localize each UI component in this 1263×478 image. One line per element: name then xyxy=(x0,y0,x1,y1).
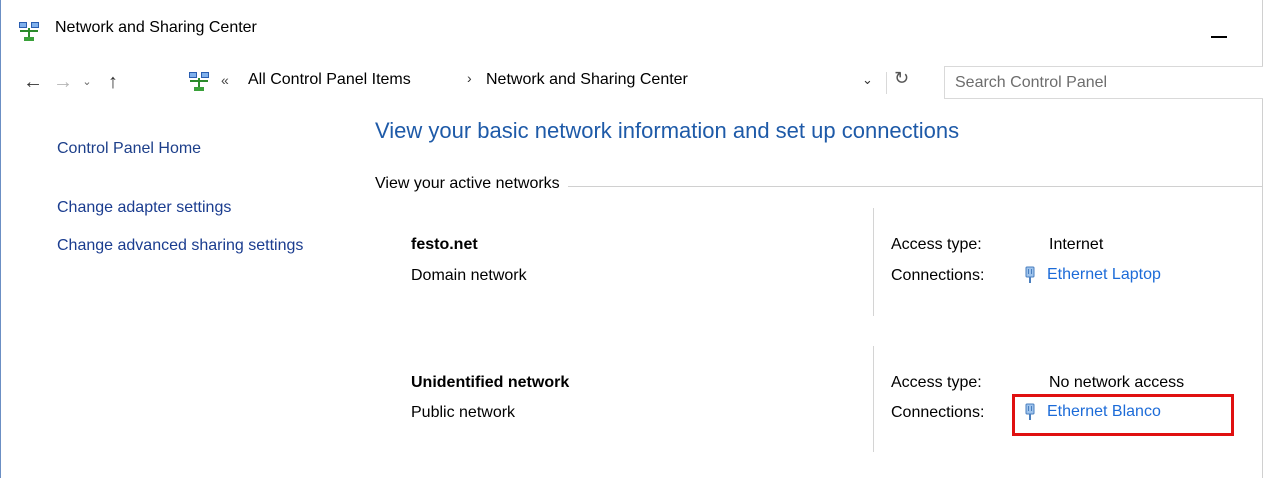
network-divider xyxy=(873,208,874,316)
connections-label: Connections: xyxy=(891,404,985,421)
active-networks-label: View your active networks xyxy=(375,175,568,193)
connection-link-ethernet-laptop[interactable]: Ethernet Laptop xyxy=(1025,266,1161,284)
search-box[interactable] xyxy=(944,66,1263,99)
network-divider xyxy=(873,346,874,452)
connection-name[interactable]: Ethernet Laptop xyxy=(1047,266,1161,284)
access-type-label: Access type: xyxy=(891,236,982,253)
access-type-value: Internet xyxy=(1049,236,1104,253)
highlight-annotation-box xyxy=(1012,394,1234,436)
search-input[interactable] xyxy=(955,72,1245,94)
address-bar[interactable]: « All Control Panel Items › Network and … xyxy=(184,66,924,99)
task-pane: Control Panel Home Change adapter settin… xyxy=(0,104,345,478)
breadcrumb-overflow-icon[interactable]: « xyxy=(221,72,229,88)
forward-arrow-icon[interactable]: → xyxy=(52,68,74,96)
connections-label: Connections: xyxy=(891,267,985,284)
change-adapter-settings-link[interactable]: Change adapter settings xyxy=(57,197,231,219)
page-title: View your basic network information and … xyxy=(375,118,960,143)
recent-locations-chevron-icon[interactable]: ⌄ xyxy=(80,68,94,96)
window-title: Network and Sharing Center xyxy=(55,19,257,36)
address-dropdown-icon[interactable]: ⌄ xyxy=(862,72,873,88)
network-name: festo.net xyxy=(411,236,478,253)
network-category: Public network xyxy=(411,404,516,421)
title-bar[interactable]: Network and Sharing Center xyxy=(0,0,1263,58)
address-divider xyxy=(886,72,887,94)
minimize-button[interactable] xyxy=(1200,10,1240,50)
navigation-bar: ← → ⌄ ↑ « All Control Panel Items › Netw… xyxy=(0,60,1263,104)
network-name: Unidentified network xyxy=(411,374,570,391)
breadcrumb-separator-icon[interactable]: › xyxy=(467,70,472,86)
access-type-value: No network access xyxy=(1049,374,1185,391)
network-sharing-icon xyxy=(18,20,40,42)
change-advanced-sharing-settings-link[interactable]: Change advanced sharing settings xyxy=(57,235,317,257)
ethernet-plug-icon xyxy=(1025,266,1035,284)
refresh-icon[interactable]: ↻ xyxy=(894,68,909,89)
network-sharing-center-window: Network and Sharing Center ← → ⌄ ↑ « All… xyxy=(0,0,1263,478)
access-type-label: Access type: xyxy=(891,374,982,391)
up-arrow-icon[interactable]: ↑ xyxy=(102,68,124,96)
back-arrow-icon[interactable]: ← xyxy=(22,68,44,96)
address-network-icon xyxy=(188,70,210,92)
control-panel-home-link[interactable]: Control Panel Home xyxy=(57,138,201,160)
network-category: Domain network xyxy=(411,267,527,284)
breadcrumb-network-sharing-center[interactable]: Network and Sharing Center xyxy=(486,71,688,89)
breadcrumb-all-control-panel-items[interactable]: All Control Panel Items xyxy=(248,71,411,89)
